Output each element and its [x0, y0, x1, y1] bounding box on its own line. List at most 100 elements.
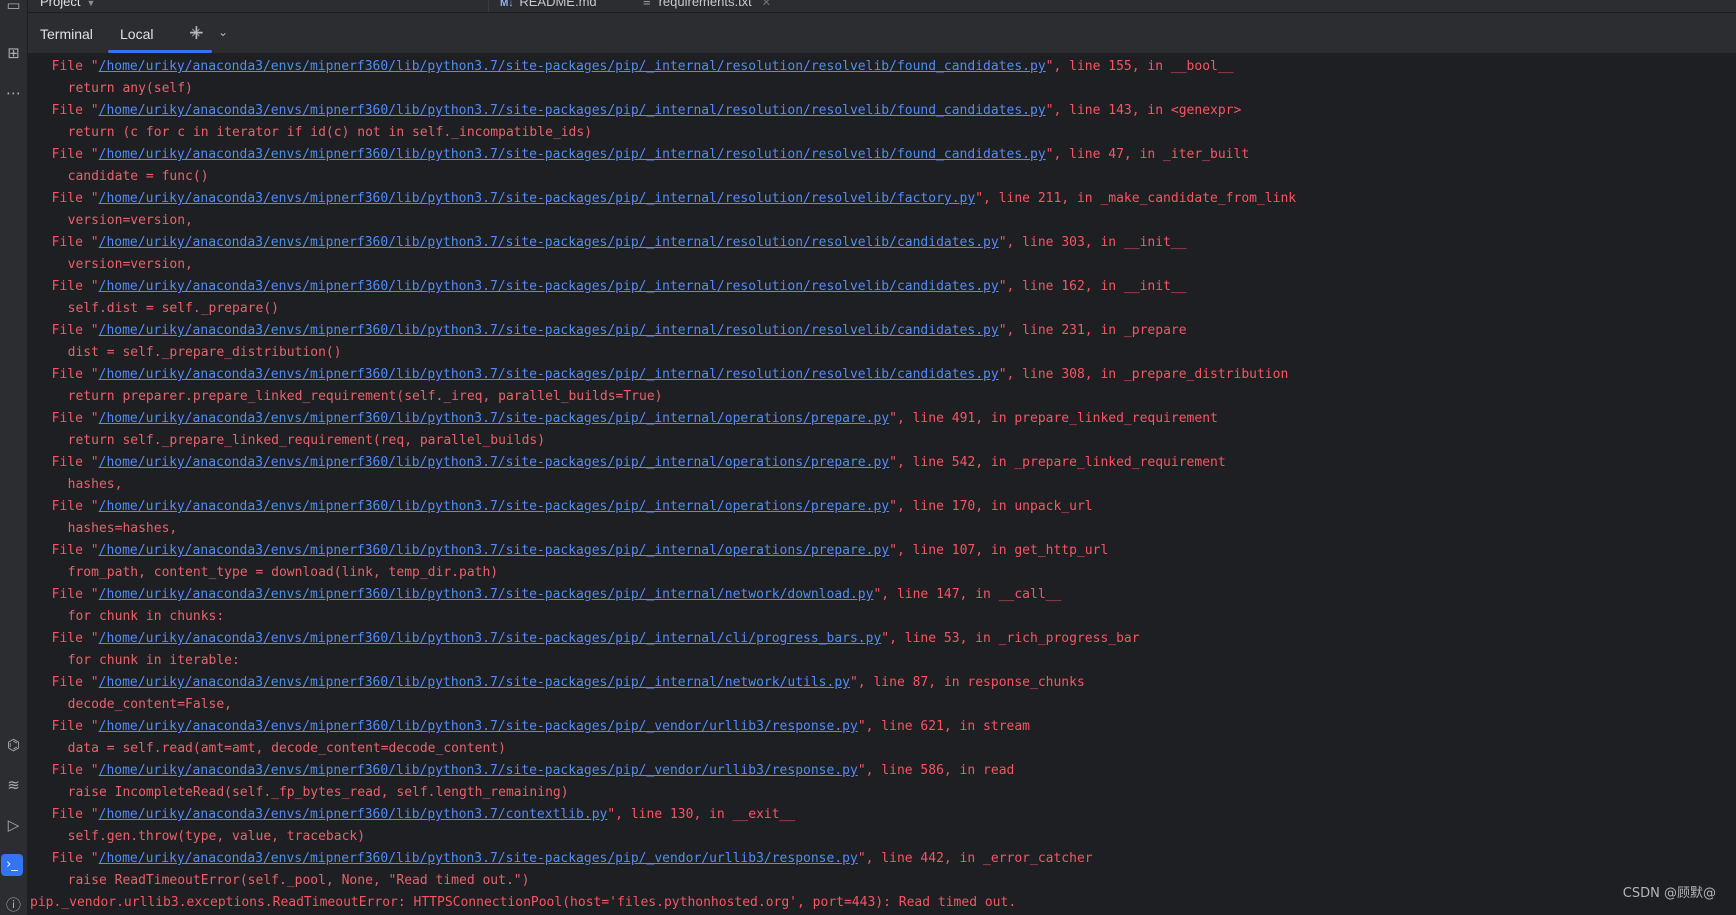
- file-path-link[interactable]: /home/uriky/anaconda3/envs/mipnerf360/li…: [99, 323, 999, 338]
- file-path-link[interactable]: /home/uriky/anaconda3/envs/mipnerf360/li…: [99, 147, 1046, 162]
- traceback-file-line: File "/home/uriky/anaconda3/envs/mipnerf…: [36, 760, 1015, 782]
- traceback-file-line: File "/home/uriky/anaconda3/envs/mipnerf…: [36, 496, 1093, 518]
- file-path-link[interactable]: /home/uriky/anaconda3/envs/mipnerf360/li…: [99, 279, 999, 294]
- file-prefix: File ": [36, 631, 99, 646]
- text-file-icon: ≡: [643, 0, 651, 9]
- terminal-output[interactable]: File "/home/uriky/anaconda3/envs/mipnerf…: [28, 54, 1736, 915]
- line-info: ", line 87, in response_chunks: [849, 675, 1085, 690]
- file-path-link[interactable]: /home/uriky/anaconda3/envs/mipnerf360/li…: [99, 499, 890, 514]
- traceback-code-line: return preparer.prepare_linked_requireme…: [52, 389, 663, 404]
- traceback-file-line: File "/home/uriky/anaconda3/envs/mipnerf…: [36, 56, 1234, 78]
- file-prefix: File ": [36, 191, 99, 206]
- traceback-file-line: File "/home/uriky/anaconda3/envs/mipnerf…: [36, 716, 1030, 738]
- file-path-link[interactable]: /home/uriky/anaconda3/envs/mipnerf360/li…: [99, 191, 976, 206]
- traceback-code-line: hashes,: [52, 477, 123, 492]
- watermark: CSDN @顾默@: [1622, 886, 1716, 901]
- file-path-link[interactable]: /home/uriky/anaconda3/envs/mipnerf360/li…: [99, 851, 858, 866]
- traceback-code-line: self.gen.throw(type, value, traceback): [52, 829, 366, 844]
- line-info: ", line 491, in prepare_linked_requireme…: [889, 411, 1218, 426]
- tab-requirements-label: requirements.txt: [658, 0, 752, 9]
- problems-icon[interactable]: ⓘ: [0, 896, 27, 914]
- traceback-file-line: File "/home/uriky/anaconda3/envs/mipnerf…: [36, 276, 1187, 298]
- file-path-link[interactable]: /home/uriky/anaconda3/envs/mipnerf360/li…: [99, 719, 858, 734]
- traceback-file-line: File "/home/uriky/anaconda3/envs/mipnerf…: [36, 848, 1093, 870]
- file-prefix: File ": [36, 455, 99, 470]
- line-info: ", line 586, in read: [857, 763, 1015, 778]
- file-path-link[interactable]: /home/uriky/anaconda3/envs/mipnerf360/li…: [99, 631, 882, 646]
- editor-tab-bar: Project ▼ M↓ README.md ≡ requirements.txt ✕: [0, 0, 1736, 13]
- active-tab-indicator: [108, 50, 212, 53]
- traceback-code-line: return any(self): [52, 81, 193, 96]
- file-path-link[interactable]: /home/uriky/anaconda3/envs/mipnerf360/li…: [99, 675, 850, 690]
- project-view-icon[interactable]: ▭: [0, 0, 27, 14]
- error-message-line: pip._vendor.urllib3.exceptions.ReadTimeo…: [30, 895, 1017, 910]
- line-info: ", line 542, in _prepare_linked_requirem…: [889, 455, 1226, 470]
- file-prefix: File ": [36, 763, 99, 778]
- file-path-link[interactable]: /home/uriky/anaconda3/envs/mipnerf360/li…: [99, 103, 1046, 118]
- python-console-icon[interactable]: ⌬: [0, 736, 27, 754]
- file-path-link[interactable]: /home/uriky/anaconda3/envs/mipnerf360/li…: [99, 235, 999, 250]
- services-icon[interactable]: ▷: [0, 816, 27, 834]
- line-info: ", line 303, in __init__: [998, 235, 1187, 250]
- file-prefix: File ": [36, 543, 99, 558]
- divider: [488, 0, 489, 12]
- terminal-header: Terminal Local × + ⌄: [28, 13, 1736, 54]
- file-prefix: File ": [36, 59, 99, 74]
- line-info: ", line 170, in unpack_url: [889, 499, 1093, 514]
- more-tools-icon[interactable]: ⋯: [0, 84, 27, 102]
- traceback-code-line: raise IncompleteRead(self._fp_bytes_read…: [52, 785, 569, 800]
- traceback-code-line: raise ReadTimeoutError(self._pool, None,…: [52, 873, 530, 888]
- traceback-file-line: File "/home/uriky/anaconda3/envs/mipnerf…: [36, 364, 1289, 386]
- file-path-link[interactable]: /home/uriky/anaconda3/envs/mipnerf360/li…: [99, 807, 608, 822]
- tab-readme-label: README.md: [519, 0, 597, 9]
- traceback-file-line: File "/home/uriky/anaconda3/envs/mipnerf…: [36, 100, 1242, 122]
- traceback-code-line: hashes=hashes,: [52, 521, 178, 536]
- terminal-icon[interactable]: ›_: [1, 854, 23, 876]
- traceback-file-line: File "/home/uriky/anaconda3/envs/mipnerf…: [36, 452, 1226, 474]
- traceback-code-line: for chunk in iterable:: [52, 653, 240, 668]
- line-info: ", line 143, in <genexpr>: [1045, 103, 1242, 118]
- plus-icon[interactable]: +: [188, 20, 205, 44]
- file-prefix: File ": [36, 147, 99, 162]
- project-menu[interactable]: Project ▼: [40, 0, 95, 9]
- line-info: ", line 155, in __bool__: [1045, 59, 1234, 74]
- traceback-code-line: decode_content=False,: [52, 697, 233, 712]
- traceback-file-line: File "/home/uriky/anaconda3/envs/mipnerf…: [36, 804, 796, 826]
- layers-icon[interactable]: ≋: [0, 776, 27, 794]
- traceback-file-line: File "/home/uriky/anaconda3/envs/mipnerf…: [36, 628, 1140, 650]
- close-icon[interactable]: ✕: [762, 0, 771, 9]
- tab-requirements[interactable]: ≡ requirements.txt ✕: [643, 0, 771, 9]
- traceback-code-line: version=version,: [52, 257, 193, 272]
- file-path-link[interactable]: /home/uriky/anaconda3/envs/mipnerf360/li…: [99, 367, 999, 382]
- line-info: ", line 147, in __call__: [873, 587, 1062, 602]
- traceback-code-line: for chunk in chunks:: [52, 609, 225, 624]
- markdown-icon: M↓: [500, 0, 514, 9]
- line-info: ", line 130, in __exit__: [607, 807, 796, 822]
- traceback-code-line: version=version,: [52, 213, 193, 228]
- file-path-link[interactable]: /home/uriky/anaconda3/envs/mipnerf360/li…: [99, 59, 1046, 74]
- file-path-link[interactable]: /home/uriky/anaconda3/envs/mipnerf360/li…: [99, 587, 874, 602]
- file-prefix: File ": [36, 499, 99, 514]
- traceback-file-line: File "/home/uriky/anaconda3/envs/mipnerf…: [36, 232, 1187, 254]
- file-prefix: File ": [36, 675, 99, 690]
- file-prefix: File ": [36, 235, 99, 250]
- traceback-file-line: File "/home/uriky/anaconda3/envs/mipnerf…: [36, 320, 1187, 342]
- line-info: ", line 621, in stream: [857, 719, 1030, 734]
- left-tool-strip: ▭ ⊞ ⋯ ⌬ ≋ ▷ ›_ ⓘ: [0, 0, 28, 915]
- file-path-link[interactable]: /home/uriky/anaconda3/envs/mipnerf360/li…: [99, 543, 890, 558]
- line-info: ", line 47, in _iter_built: [1045, 147, 1250, 162]
- line-info: ", line 211, in _make_candidate_from_lin…: [975, 191, 1297, 206]
- file-prefix: File ": [36, 323, 99, 338]
- traceback-code-line: dist = self._prepare_distribution(): [52, 345, 342, 360]
- file-prefix: File ": [36, 367, 99, 382]
- structure-icon[interactable]: ⊞: [0, 44, 27, 62]
- file-prefix: File ": [36, 807, 99, 822]
- file-path-link[interactable]: /home/uriky/anaconda3/envs/mipnerf360/li…: [99, 763, 858, 778]
- project-menu-label: Project: [40, 0, 81, 9]
- file-path-link[interactable]: /home/uriky/anaconda3/envs/mipnerf360/li…: [99, 455, 890, 470]
- chevron-down-icon[interactable]: ⌄: [218, 25, 228, 39]
- file-path-link[interactable]: /home/uriky/anaconda3/envs/mipnerf360/li…: [99, 411, 890, 426]
- tab-readme[interactable]: M↓ README.md: [500, 0, 597, 9]
- traceback-code-line: self.dist = self._prepare(): [52, 301, 279, 316]
- file-prefix: File ": [36, 719, 99, 734]
